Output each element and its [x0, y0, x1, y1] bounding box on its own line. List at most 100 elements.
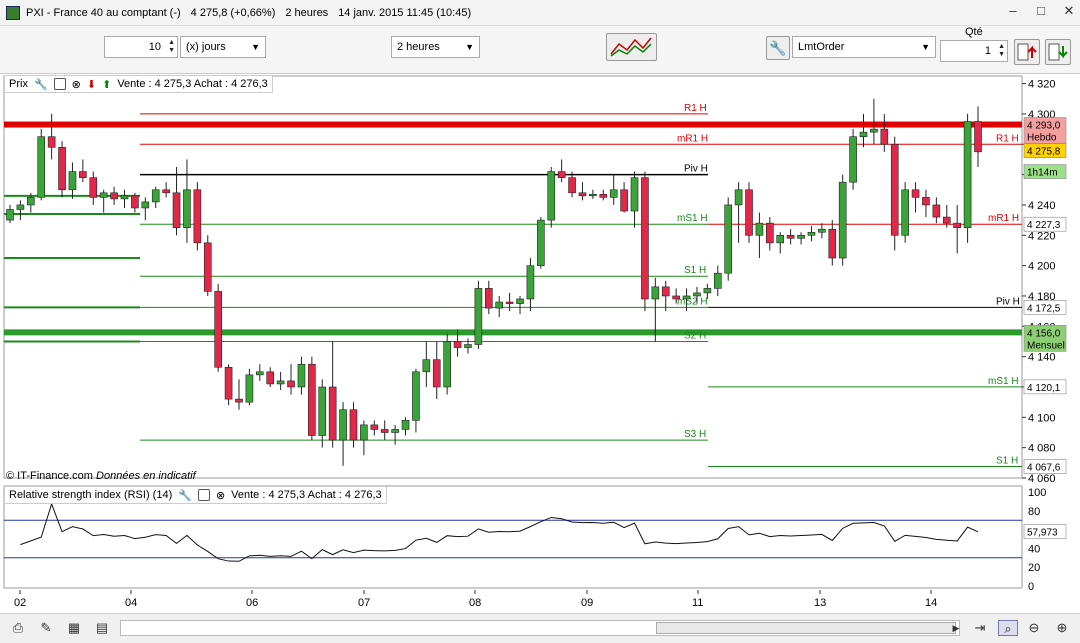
rsi-panel-label: Relative strength index (RSI) (14) — [9, 489, 173, 501]
candle-body — [682, 295, 691, 300]
candle-body — [380, 429, 389, 433]
wrench-icon[interactable]: 🔧 — [178, 489, 192, 502]
zoom-in-icon[interactable]: ⊕ — [1054, 620, 1070, 636]
interval-select[interactable]: 2 heures ▼ — [391, 36, 480, 58]
monthly-level-bar — [4, 329, 1022, 336]
rsi-panel-header: Relative strength index (RSI) (14) 🔧 ⊗ V… — [4, 486, 387, 504]
price-tag-value: 4 275,8 — [1027, 147, 1061, 158]
rsi-y-tick-label: 40 — [1028, 543, 1040, 555]
sell-arrow-icon[interactable]: ⬇ — [87, 78, 96, 91]
time-scrollbar[interactable] — [120, 620, 960, 636]
x-tick-label: 02 — [14, 597, 26, 609]
price-tag-value: 4 227,3 — [1027, 220, 1061, 231]
template-icon[interactable]: ▦ — [66, 620, 82, 636]
rsi-y-tick-label: 100 — [1028, 487, 1046, 499]
price-panel-quote: Vente : 4 275,3 Achat : 4 276,3 — [117, 78, 268, 90]
save-icon[interactable]: ✎ — [38, 620, 54, 636]
candle-body — [807, 231, 816, 236]
wrench-icon: 🔧 — [769, 40, 787, 56]
price-chart[interactable]: 4 3204 3004 2804 2604 2404 2204 2004 180… — [0, 74, 1080, 613]
candle-body — [120, 195, 129, 200]
x-tick-label: 04 — [125, 597, 137, 609]
candle-body — [360, 424, 368, 441]
candle-body — [464, 344, 472, 348]
candle-body — [183, 189, 191, 228]
candle-body — [599, 194, 608, 198]
window-icon[interactable] — [197, 489, 210, 501]
level-label: R1 H — [996, 133, 1019, 144]
zoom-out-icon[interactable]: ⊖ — [1026, 620, 1042, 636]
x-tick-label: 09 — [581, 597, 593, 609]
order-type-value: LmtOrder — [798, 41, 845, 53]
sell-order-button[interactable] — [1045, 39, 1071, 65]
count-value: 10 — [148, 41, 161, 53]
stepper-arrows-icon[interactable]: ▲ ▼ — [168, 39, 175, 55]
candle-body — [495, 301, 504, 309]
candle-body — [276, 380, 285, 385]
wrench-icon[interactable]: 🔧 — [34, 78, 48, 91]
zoom-fit-icon[interactable]: ⌕ — [998, 620, 1018, 636]
minimize-icon[interactable]: – — [1006, 4, 1020, 18]
stepper-arrows-icon[interactable]: ▲ ▼ — [998, 43, 1005, 59]
candle-body — [401, 420, 410, 430]
candle-body — [328, 386, 337, 441]
candle-body — [256, 371, 264, 376]
toolbar: 10 ▲ ▼ (x) jours ▼ 2 heures ▼ 🔧 LmtOrder … — [0, 26, 1080, 74]
print-icon[interactable]: ⎙ — [10, 620, 26, 636]
scroll-thumb[interactable] — [656, 622, 956, 634]
price-panel-label: Prix — [9, 78, 28, 90]
range-unit-select[interactable]: (x) jours ▼ — [180, 36, 266, 58]
level-label: mR1 H — [988, 213, 1019, 224]
buy-order-icon — [1017, 43, 1037, 61]
x-tick-label: 07 — [358, 597, 370, 609]
buy-order-button[interactable] — [1014, 39, 1040, 65]
candle-body — [589, 194, 597, 197]
chevron-down-icon: ▼ — [921, 42, 930, 52]
rsi-y-tick-label: 80 — [1028, 506, 1040, 518]
candle-body — [412, 371, 420, 421]
buy-arrow-icon[interactable]: ⬆ — [102, 78, 111, 91]
x-tick-label: 06 — [246, 597, 258, 609]
chart-type-icon — [610, 37, 652, 57]
wrench-button[interactable]: 🔧 — [766, 36, 790, 60]
candle-body — [162, 189, 170, 194]
price-tag-value: 1h14m — [1027, 168, 1058, 179]
scroll-right-icon[interactable]: ▶ — [948, 620, 964, 636]
chart-type-button[interactable] — [606, 33, 657, 61]
scroll-end-icon[interactable]: ⇥ — [972, 620, 988, 636]
candle-body — [963, 121, 972, 228]
candle-body — [870, 128, 878, 133]
window-icon[interactable] — [53, 78, 66, 90]
window-datetime: 14 janv. 2015 11:45 (10:45) — [338, 6, 472, 19]
count-stepper[interactable]: 10 ▲ ▼ — [104, 36, 178, 58]
candle-body — [474, 288, 483, 345]
candle-body — [547, 171, 556, 221]
candle-body — [818, 228, 826, 233]
candle-body — [308, 363, 316, 436]
candle-body — [630, 177, 639, 212]
indicator-icon[interactable]: ▤ — [94, 620, 110, 636]
candle-body — [620, 189, 628, 212]
candle-body — [245, 374, 254, 403]
candle-body — [453, 341, 462, 348]
qty-stepper[interactable]: 1 ▲ ▼ — [940, 40, 1008, 62]
candle-body — [922, 197, 930, 206]
candle-body — [755, 222, 764, 236]
y-tick-label: 4 100 — [1028, 412, 1056, 424]
candle-body — [776, 234, 785, 244]
x-tick-label: 13 — [814, 597, 826, 609]
candle-body — [58, 146, 66, 191]
range-unit-value: (x) jours — [186, 41, 226, 53]
candle-body — [651, 286, 660, 300]
order-type-select[interactable]: LmtOrder ▼ — [792, 36, 936, 58]
candle-body — [703, 288, 712, 294]
level-label: S2 H — [684, 330, 706, 341]
close-circle-icon[interactable]: ⊗ — [72, 78, 81, 91]
close-circle-icon[interactable]: ⊗ — [216, 489, 225, 502]
candle-body — [432, 359, 441, 388]
close-icon[interactable]: ✕ — [1062, 4, 1076, 18]
candle-body — [953, 222, 961, 228]
maximize-icon[interactable]: □ — [1034, 4, 1048, 18]
interval-value: 2 heures — [397, 41, 440, 53]
chevron-down-icon: ▼ — [251, 42, 260, 52]
